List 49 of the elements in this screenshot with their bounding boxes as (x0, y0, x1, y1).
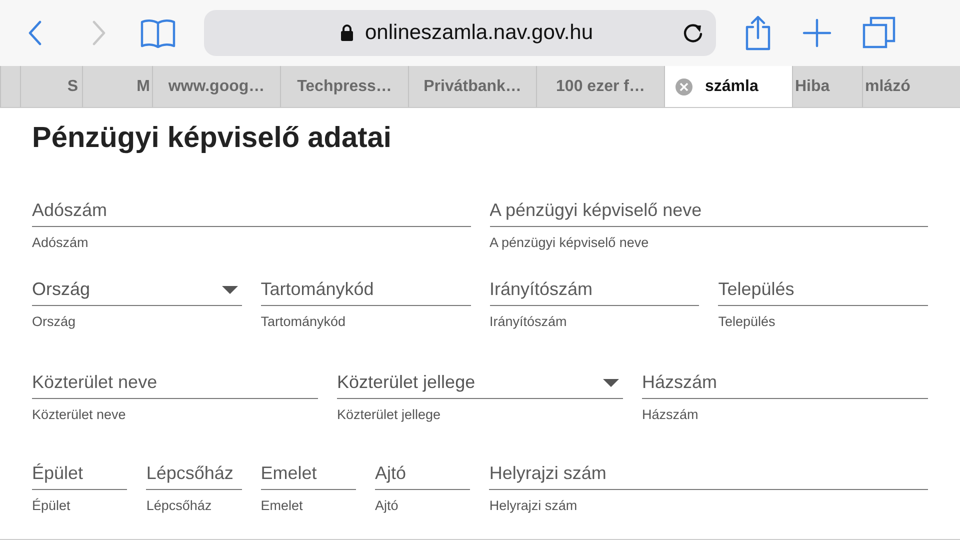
input-field[interactable]: Tartománykód (260, 274, 470, 306)
input-field[interactable]: A pénzügyi képviselő neve (490, 195, 928, 227)
input-field[interactable]: Emelet (260, 458, 356, 490)
input-field[interactable]: Lépcsőház (146, 458, 242, 490)
browser-tab[interactable]: mlázó (862, 66, 960, 107)
book-icon[interactable] (140, 18, 176, 48)
input-field[interactable]: Adószám (32, 195, 470, 227)
helper-text: A pénzügyi képviselő neve (490, 235, 650, 250)
helper-text: Tartománykód (260, 314, 347, 329)
helper-text: Település (718, 314, 776, 329)
helper-text: Emelet (260, 498, 304, 513)
url-text: onlineszamla.nav.gov.hu (365, 21, 594, 45)
helper-text: Közterület jellege (337, 407, 442, 422)
helper-text: Ország (32, 314, 77, 329)
helper-text: Irányítószám (490, 314, 568, 329)
browser-tab[interactable]: Privátbank… (408, 66, 536, 107)
dropdown-field[interactable]: Ország (32, 274, 242, 306)
reload-icon[interactable] (682, 22, 704, 44)
helper-text: Lépcsőház (146, 498, 213, 513)
helper-text: Ajtó (375, 498, 400, 513)
input-field[interactable]: Közterület neve (32, 367, 318, 399)
helper-text: Házszám (642, 407, 700, 422)
share-icon[interactable] (744, 15, 772, 51)
page-title: Pénzügyi képviselő adatai (32, 122, 392, 155)
browser-tab[interactable]: Hiba (792, 66, 862, 107)
caret-icon (603, 378, 619, 386)
browser-tab[interactable]: S (20, 66, 82, 107)
helper-text: Közterület neve (32, 407, 127, 422)
caret-icon (222, 286, 238, 294)
helper-text: Helyrajzi szám (489, 498, 578, 513)
browser-tab[interactable]: számla (664, 66, 792, 107)
browser-tab[interactable]: Techpress… (280, 66, 408, 107)
plus-icon[interactable] (802, 18, 832, 48)
input-field[interactable]: Ajtó (375, 458, 470, 490)
input-field[interactable]: Település (718, 274, 928, 306)
input-field[interactable]: Irányítószám (490, 274, 700, 306)
dropdown-field[interactable]: Közterület jellege (337, 367, 623, 399)
tabs-icon[interactable] (862, 16, 896, 50)
helper-text: Épület (32, 498, 72, 513)
browser-tab[interactable]: M (82, 66, 152, 107)
input-field[interactable]: Helyrajzi szám (489, 458, 928, 490)
address-bar[interactable]: onlineszamla.nav.gov.hu (204, 10, 716, 56)
input-field[interactable]: Házszám (642, 367, 928, 399)
close-icon[interactable] (675, 78, 693, 96)
helper-text: Adószám (32, 235, 90, 250)
input-field[interactable]: Épület (32, 458, 128, 490)
lock-icon (340, 24, 354, 42)
back-icon[interactable] (28, 20, 42, 46)
browser-tab[interactable]: www.goog… (152, 66, 280, 107)
